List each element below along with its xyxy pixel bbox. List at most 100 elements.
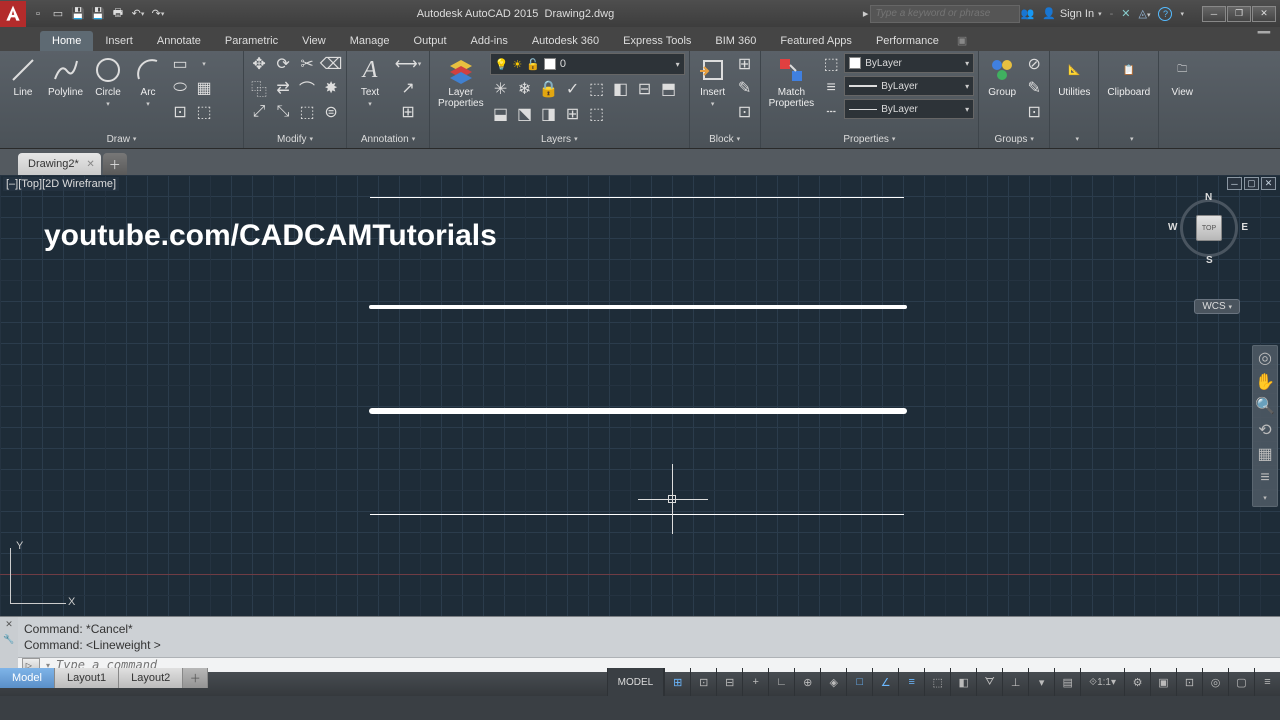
ucs-icon[interactable]: Y X xyxy=(10,544,70,604)
ortho-toggle-icon[interactable]: ∟ xyxy=(768,668,794,696)
linetype-preview-icon[interactable]: ┄ xyxy=(820,101,842,123)
layer-merge-icon[interactable]: ⬒ xyxy=(658,78,680,100)
minimize-button[interactable]: ─ xyxy=(1202,6,1226,22)
viewcube-e[interactable]: E xyxy=(1241,222,1248,233)
layer-dropdown[interactable]: 💡 ☀ 🔓 0 ▾ xyxy=(490,53,685,75)
offset-icon[interactable]: ⊜ xyxy=(320,101,342,123)
viewcube[interactable]: TOP N S W E xyxy=(1174,193,1244,263)
layout-tab-model[interactable]: Model xyxy=(0,668,55,688)
layer-properties-tool[interactable]: Layer Properties xyxy=(434,53,488,111)
layer-state-icon[interactable]: ⊟ xyxy=(634,78,656,100)
color-preview-icon[interactable]: ⬚ xyxy=(820,53,842,75)
ribbon-minimize-icon[interactable]: ▔ xyxy=(1258,31,1270,51)
rotate-icon[interactable]: ⟳ xyxy=(272,53,294,75)
stayconnected-icon[interactable]: ◬▾ xyxy=(1139,7,1151,20)
tab-view[interactable]: View xyxy=(290,31,338,51)
color-dropdown[interactable]: ByLayer▾ xyxy=(844,53,974,73)
utilities-tool[interactable]: 📐Utilities xyxy=(1054,53,1094,100)
hardware-accel-icon[interactable]: ⊡ xyxy=(1176,668,1202,696)
infocenter-icon[interactable]: 👥 xyxy=(1020,7,1034,20)
clipboard-tool[interactable]: 📋Clipboard xyxy=(1103,53,1154,100)
dimension-icon[interactable]: ⟷▾ xyxy=(391,53,425,75)
layer-off-icon[interactable]: ✳ xyxy=(490,78,512,100)
signin-button[interactable]: 👤 Sign In ▾ xyxy=(1042,7,1101,20)
tab-parametric[interactable]: Parametric xyxy=(213,31,290,51)
rectangle-icon[interactable]: ▭ xyxy=(169,53,191,75)
spline-icon[interactable]: ▾ xyxy=(193,53,215,75)
layer-match-icon[interactable]: ✓ xyxy=(562,78,584,100)
insert-tool[interactable]: Insert▾ xyxy=(694,53,732,110)
anno-monitor-icon[interactable]: ▣ xyxy=(1150,668,1176,696)
layer-freeze-icon[interactable]: ❄ xyxy=(514,78,536,100)
leader-icon[interactable]: ↗ xyxy=(391,77,425,99)
lwt-toggle-icon[interactable]: ≡ xyxy=(898,668,924,696)
help-icon[interactable]: ? xyxy=(1158,7,1172,21)
edit-block-icon[interactable]: ✎ xyxy=(734,77,756,99)
array-icon[interactable]: ⬚ xyxy=(296,101,318,123)
qa-plot-icon[interactable]: 🖶 xyxy=(109,5,127,23)
drawn-line-3[interactable] xyxy=(369,408,907,414)
viewcube-s[interactable]: S xyxy=(1206,255,1213,266)
selection-filter-icon[interactable]: ▾ xyxy=(1028,668,1054,696)
nav-orbit-icon[interactable]: ⟲ xyxy=(1253,418,1277,442)
layer-d-icon[interactable]: ⊞ xyxy=(562,103,584,125)
qa-redo-icon[interactable]: ↷▾ xyxy=(149,5,167,23)
nav-more-icon[interactable]: ≡ xyxy=(1253,466,1277,490)
transparency-icon[interactable]: ⬚ xyxy=(924,668,950,696)
group-edit-icon[interactable]: ✎ xyxy=(1023,77,1045,99)
erase-icon[interactable]: ⌫ xyxy=(320,53,342,75)
table-icon[interactable]: ⊞ xyxy=(391,101,425,123)
line-tool[interactable]: Line xyxy=(4,53,42,100)
tab-featuredapps[interactable]: Featured Apps xyxy=(768,31,864,51)
wcs-badge[interactable]: WCS ▾ xyxy=(1194,299,1240,314)
linetype-dropdown[interactable]: ByLayer▾ xyxy=(844,99,974,119)
autocad-logo-icon[interactable] xyxy=(0,1,26,27)
grid-toggle-icon[interactable]: ⊞ xyxy=(664,668,690,696)
qa-new-icon[interactable]: ▫ xyxy=(29,5,47,23)
tab-performance[interactable]: Performance xyxy=(864,31,951,51)
tab-expresstools[interactable]: Express Tools xyxy=(611,31,703,51)
tab-insert[interactable]: Insert xyxy=(93,31,145,51)
scale-icon[interactable]: ⤡ xyxy=(272,101,294,123)
cmd-close-icon[interactable]: ✕ xyxy=(5,619,13,630)
layout-tab-add[interactable]: ＋ xyxy=(183,668,208,688)
qa-undo-icon[interactable]: ↶▾ xyxy=(129,5,147,23)
layer-iso-icon[interactable]: ◧ xyxy=(610,78,632,100)
tab-manage[interactable]: Manage xyxy=(338,31,402,51)
nav-wheel-icon[interactable]: ◎ xyxy=(1253,346,1277,370)
3dosnap-icon[interactable]: ᗊ xyxy=(976,668,1002,696)
nav-zoom-icon[interactable]: 🔍 xyxy=(1253,394,1277,418)
polyline-tool[interactable]: Polyline xyxy=(44,53,87,100)
arc-tool[interactable]: Arc▾ xyxy=(129,53,167,110)
viewcube-w[interactable]: W xyxy=(1168,222,1177,233)
ellipse-icon[interactable]: ⬭ xyxy=(169,77,191,99)
tab-focus-icon[interactable]: ▣ xyxy=(951,30,973,51)
otrack-toggle-icon[interactable]: ∠ xyxy=(872,668,898,696)
close-tab-icon[interactable]: ✕ xyxy=(86,159,94,170)
viewcube-n[interactable]: N xyxy=(1205,192,1212,203)
nav-collapse-icon[interactable]: ▾ xyxy=(1253,490,1277,506)
qa-open-icon[interactable]: ▭ xyxy=(49,5,67,23)
group-tool[interactable]: Group xyxy=(983,53,1021,100)
viewcube-top-face[interactable]: TOP xyxy=(1196,215,1222,241)
osnap-toggle-icon[interactable]: □ xyxy=(846,668,872,696)
command-history[interactable]: Command: *Cancel* Command: <Lineweight > xyxy=(18,617,1280,657)
lineweight-dropdown[interactable]: ByLayer▾ xyxy=(844,76,974,96)
vp-close-icon[interactable]: ✕ xyxy=(1261,177,1276,190)
create-block-icon[interactable]: ⊞ xyxy=(734,53,756,75)
view-tool[interactable]: 🗀View xyxy=(1163,53,1201,100)
tab-autodesk360[interactable]: Autodesk 360 xyxy=(520,31,611,51)
circle-tool[interactable]: Circle▾ xyxy=(89,53,127,110)
move-icon[interactable]: ✥ xyxy=(248,53,270,75)
polar-toggle-icon[interactable]: ⊕ xyxy=(794,668,820,696)
mirror-icon[interactable]: ⇄ xyxy=(272,77,294,99)
block-attr-icon[interactable]: ⊡ xyxy=(734,101,756,123)
restore-button[interactable]: ❐ xyxy=(1227,6,1251,22)
drawing-viewport[interactable]: [–][Top][2D Wireframe] youtube.com/CADCA… xyxy=(0,175,1280,616)
help-search-input[interactable] xyxy=(870,5,1020,23)
dynamic-input-icon[interactable]: + xyxy=(742,668,768,696)
snap-toggle-icon[interactable]: ⊡ xyxy=(690,668,716,696)
tab-annotate[interactable]: Annotate xyxy=(145,31,213,51)
vp-maximize-icon[interactable]: ▢ xyxy=(1244,177,1259,190)
cmd-customize-icon[interactable]: 🔧 xyxy=(3,634,14,645)
